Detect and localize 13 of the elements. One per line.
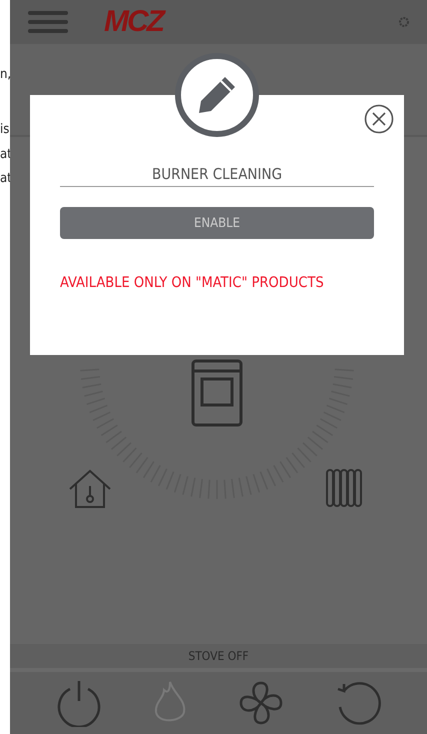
close-icon[interactable]	[364, 104, 394, 134]
menu-icon[interactable]	[28, 11, 68, 33]
power-icon[interactable]	[54, 679, 103, 727]
text-fragment: is	[0, 122, 10, 137]
availability-notice: AVAILABLE ONLY ON "MATIC" PRODUCTS	[60, 275, 325, 291]
stove-icon	[192, 360, 242, 426]
settings-icon[interactable]	[399, 17, 409, 27]
radiator-icon	[326, 469, 362, 507]
text-fragment: n,	[0, 67, 12, 82]
dialog-title: BURNER CLEANING	[60, 165, 374, 187]
enable-button[interactable]: ENABLE	[60, 207, 374, 239]
thermometer-house-icon	[69, 470, 111, 508]
brand-logo: MCZ	[104, 5, 163, 39]
